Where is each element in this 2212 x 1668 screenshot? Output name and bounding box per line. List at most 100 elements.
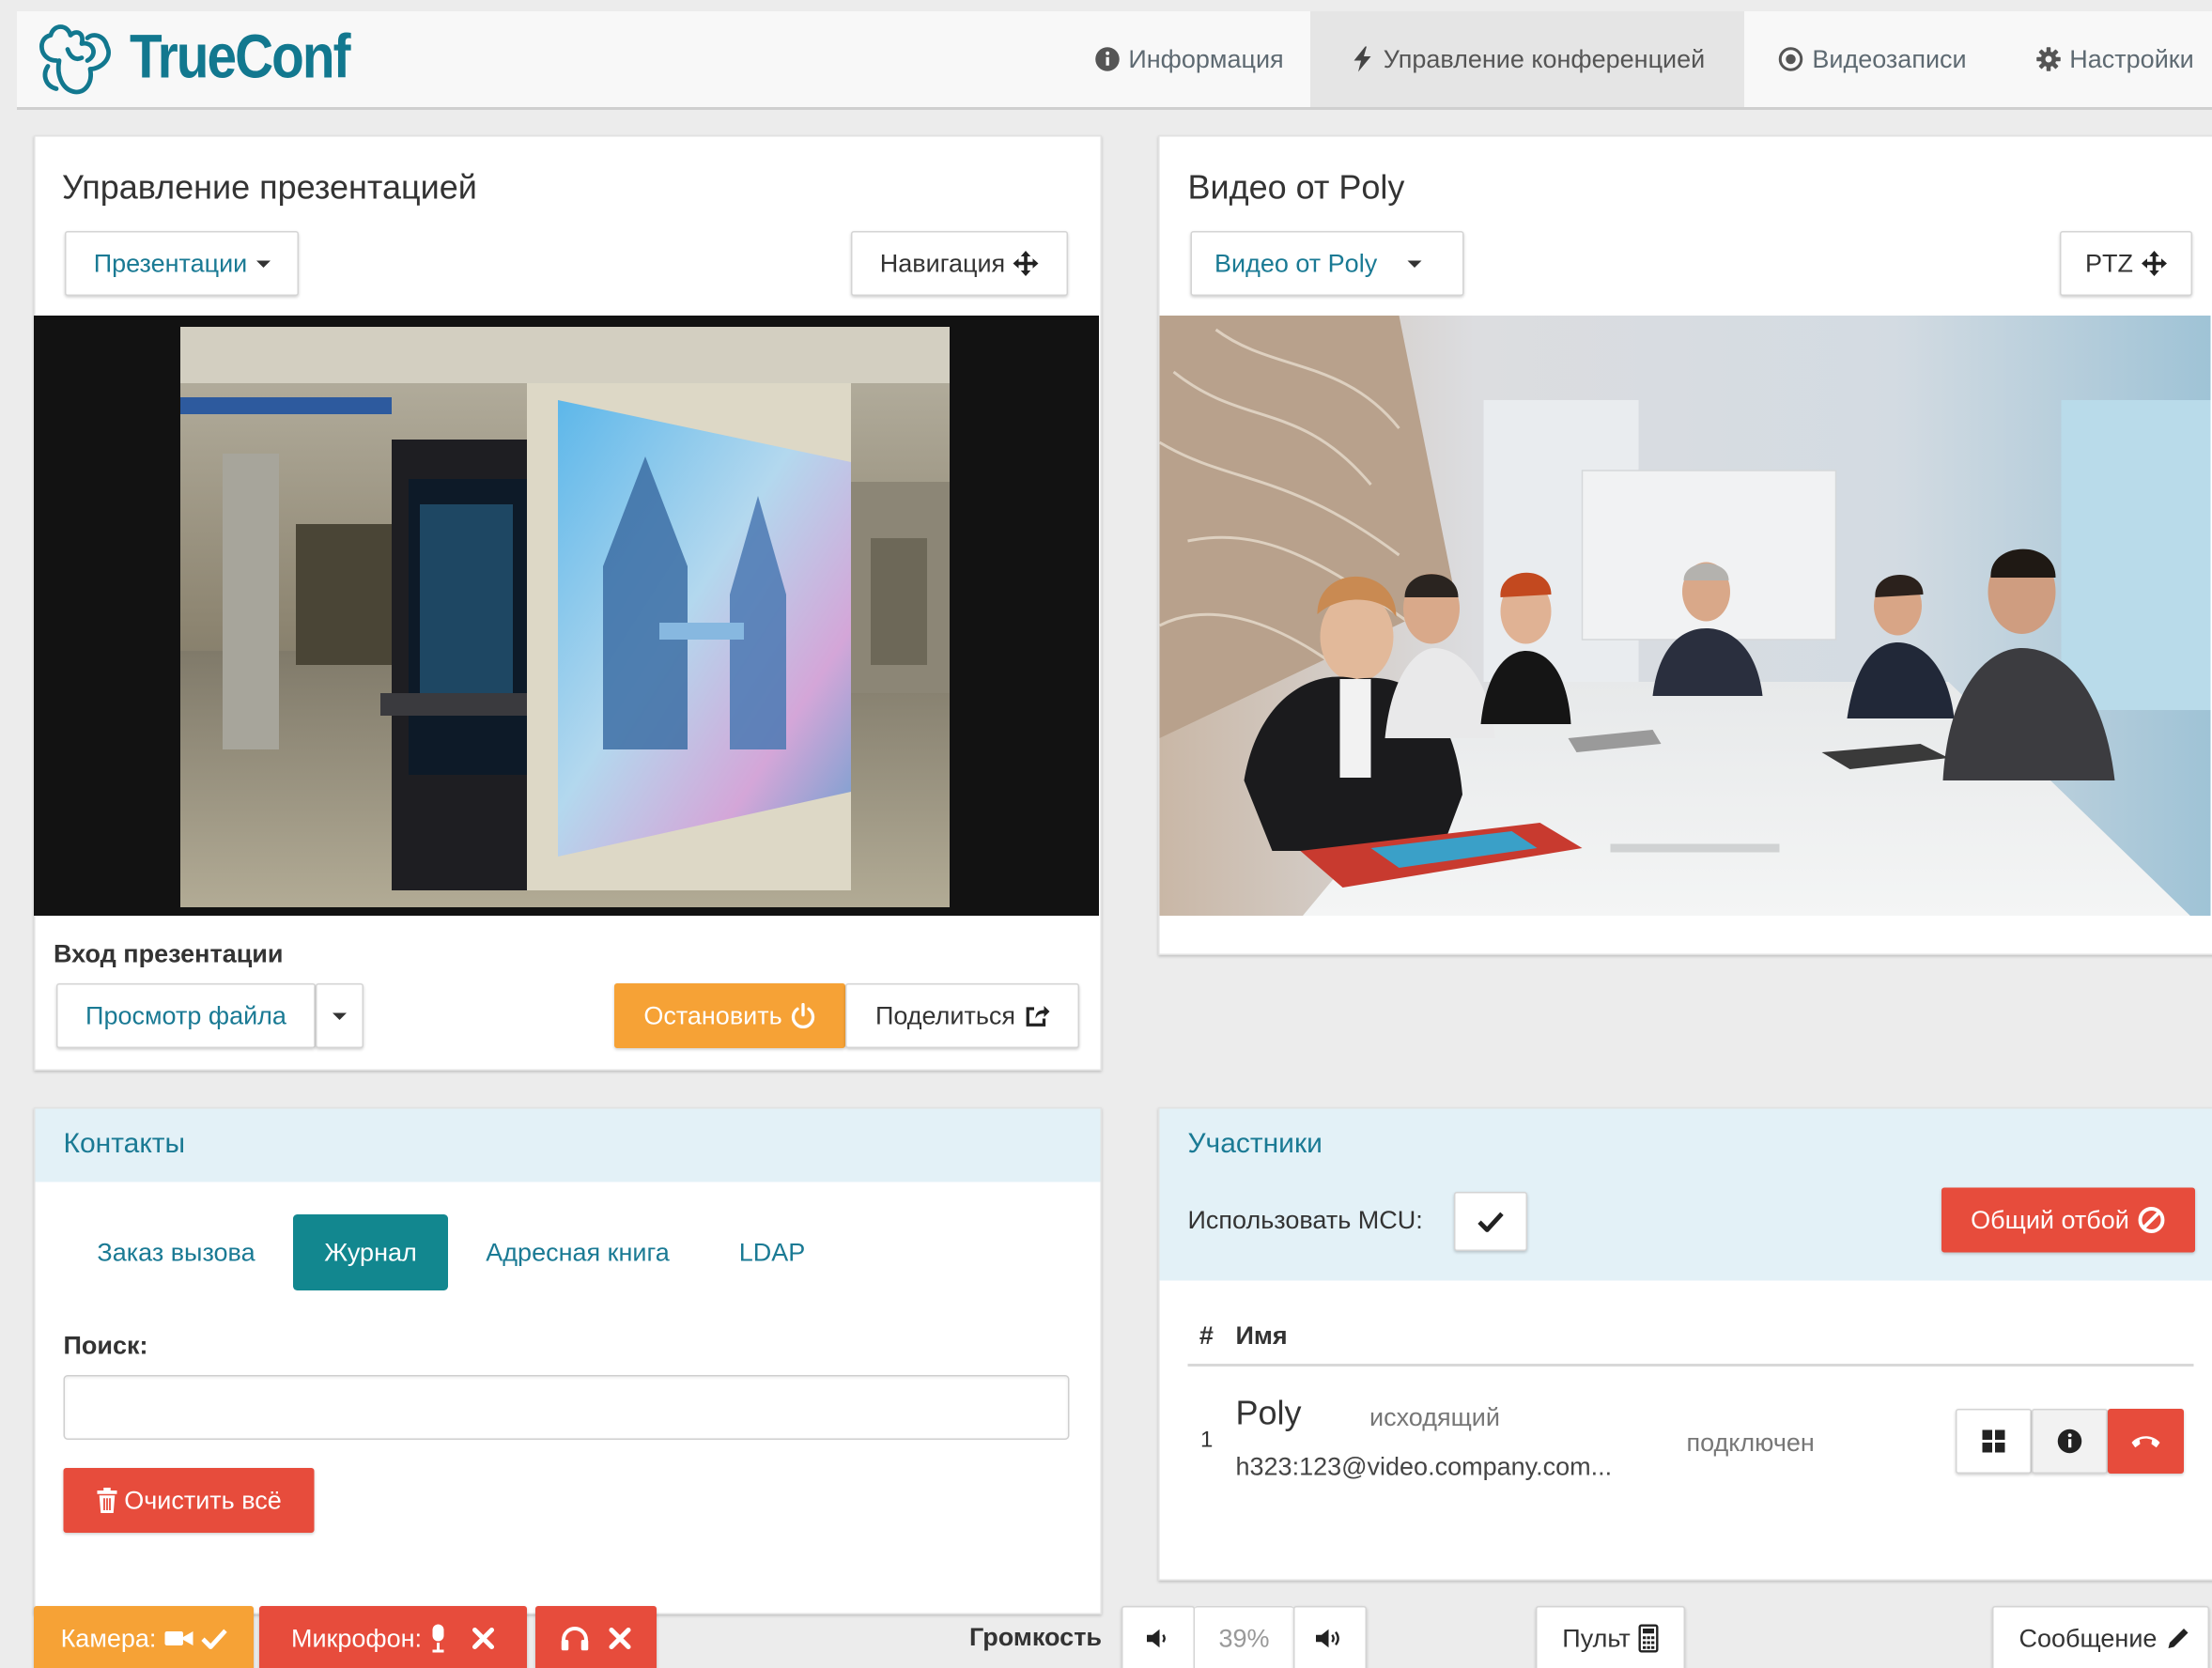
clear-all-label: Очистить всё: [124, 1485, 282, 1514]
ptz-button-label: PTZ: [2085, 248, 2133, 277]
record-icon: [1778, 47, 1803, 72]
share-button[interactable]: Поделиться: [845, 983, 1079, 1048]
video-source-dropdown[interactable]: Видео от Poly: [1190, 231, 1464, 296]
hangup-all-label: Общий отбой: [1971, 1205, 2129, 1234]
nav-recordings[interactable]: Видеозаписи: [1756, 11, 1989, 107]
stop-presentation-button[interactable]: Остановить: [614, 983, 845, 1048]
move-arrows-icon: [1013, 251, 1040, 276]
volume-down-icon: [1147, 1629, 1169, 1648]
remote-video-view[interactable]: [1159, 316, 2211, 916]
message-button[interactable]: Сообщение: [1992, 1606, 2209, 1668]
mcu-checkbox[interactable]: [1454, 1192, 1527, 1251]
nav-settings[interactable]: Настройки: [2012, 11, 2212, 107]
chevron-down-icon: [1408, 259, 1423, 268]
gear-icon: [2035, 47, 2061, 72]
contacts-title: Контакты: [63, 1128, 186, 1160]
hangup-all-button[interactable]: Общий отбой: [1941, 1187, 2195, 1253]
message-label: Сообщение: [2019, 1623, 2158, 1652]
top-navbar: TrueConf Информация Управление конференц…: [17, 11, 2212, 110]
check-icon: [201, 1628, 227, 1650]
camera-label: Камера:: [60, 1623, 157, 1652]
microphone-toggle[interactable]: Микрофон:: [259, 1606, 527, 1668]
nav-settings-label: Настройки: [2069, 44, 2194, 73]
remote-control-button[interactable]: Пульт: [1536, 1606, 1685, 1668]
check-icon: [1477, 1211, 1504, 1233]
volume-up-button[interactable]: [1293, 1606, 1367, 1668]
meeting-room-image: [1159, 316, 2211, 916]
tab-journal[interactable]: Журнал: [293, 1214, 448, 1290]
contacts-panel: Контакты: [34, 1107, 1102, 1614]
volume-up-icon: [1316, 1629, 1344, 1648]
video-camera-icon: [164, 1629, 193, 1648]
tab-address-book-label: Адресная книга: [486, 1237, 670, 1266]
remote-label: Пульт: [1562, 1623, 1631, 1652]
navigation-button-label: Навигация: [879, 248, 1006, 277]
layout-button[interactable]: [1956, 1409, 2032, 1474]
participant-direction: исходящий: [1369, 1403, 1500, 1431]
presentations-dropdown[interactable]: Презентации: [65, 231, 299, 296]
presentation-title: Управление презентацией: [62, 169, 477, 208]
info-circle-icon: [1094, 47, 1120, 72]
participants-panel: Участники: [1158, 1107, 2212, 1581]
close-icon: [609, 1627, 631, 1650]
nav-conference-control[interactable]: Управление конференцией: [1310, 11, 1744, 107]
participant-status: подключен: [1686, 1429, 1815, 1457]
phone-hangup-icon: [2130, 1433, 2161, 1450]
column-name: Имя: [1235, 1321, 1288, 1350]
tab-call-order-label: Заказ вызова: [97, 1237, 255, 1266]
nav-info[interactable]: Информация: [1068, 11, 1310, 107]
tab-ldap[interactable]: LDAP: [710, 1214, 834, 1290]
chevron-down-icon: [333, 1012, 347, 1020]
clear-all-button[interactable]: Очистить всё: [63, 1468, 315, 1533]
headphones-icon: [561, 1626, 589, 1651]
nav-recordings-label: Видеозаписи: [1812, 44, 1967, 73]
participant-address: h323:123@video.company.com...: [1235, 1452, 1613, 1481]
row-num: 1: [1200, 1429, 1214, 1453]
move-arrows-icon: [2142, 251, 2167, 276]
file-view-label: Просмотр файла: [85, 1000, 286, 1029]
search-input[interactable]: [63, 1375, 1070, 1440]
presentation-image: [180, 327, 950, 907]
presentation-input-heading: Вход презентации: [54, 939, 284, 968]
nav-conference-label: Управление конференцией: [1383, 44, 1706, 73]
video-source-label: Видео от Poly: [1214, 248, 1378, 277]
microphone-icon: [430, 1624, 447, 1653]
speaker-toggle[interactable]: [535, 1606, 657, 1668]
pencil-icon: [2165, 1626, 2190, 1651]
participant-hangup-button[interactable]: [2108, 1409, 2184, 1474]
info-circle-icon: [2057, 1429, 2082, 1454]
grid-icon: [1981, 1429, 2006, 1454]
nav-info-label: Информация: [1128, 44, 1284, 73]
participants-title: Участники: [1187, 1128, 1323, 1160]
trueconf-logo[interactable]: TrueConf: [31, 11, 385, 104]
participant-info-button[interactable]: [2032, 1409, 2108, 1474]
search-label: Поиск:: [63, 1331, 148, 1360]
file-view-button[interactable]: Просмотр файла: [56, 983, 316, 1048]
close-icon: [472, 1627, 495, 1650]
calculator-icon: [1638, 1624, 1659, 1653]
tab-address-book[interactable]: Адресная книга: [462, 1214, 693, 1290]
ptz-button[interactable]: PTZ: [2060, 231, 2192, 296]
trash-icon: [96, 1488, 118, 1513]
video-title: Видео от Poly: [1187, 169, 1405, 208]
navigation-button[interactable]: Навигация: [851, 231, 1068, 296]
mcu-label: Использовать MCU:: [1187, 1206, 1423, 1234]
bolt-icon: [1350, 46, 1375, 72]
tab-ldap-label: LDAP: [738, 1237, 806, 1266]
column-num: #: [1199, 1321, 1214, 1350]
mic-label: Микрофон:: [290, 1623, 423, 1652]
power-icon: [791, 1003, 816, 1028]
volume-value: 39%: [1195, 1606, 1293, 1668]
presentations-dropdown-label: Презентации: [93, 248, 248, 277]
camera-toggle[interactable]: Камера:: [34, 1606, 254, 1668]
file-view-dropdown-toggle[interactable]: [316, 983, 364, 1048]
share-button-label: Поделиться: [874, 1000, 1016, 1029]
volume-down-button[interactable]: [1121, 1606, 1195, 1668]
ban-icon: [2138, 1206, 2166, 1234]
share-icon: [1024, 1003, 1050, 1028]
volume-label: Громкость: [969, 1623, 1103, 1651]
tab-call-order[interactable]: Заказ вызова: [73, 1214, 279, 1290]
presentation-video-view[interactable]: [34, 316, 1099, 916]
participant-name: Poly: [1235, 1395, 1302, 1433]
chevron-down-icon: [255, 259, 271, 268]
